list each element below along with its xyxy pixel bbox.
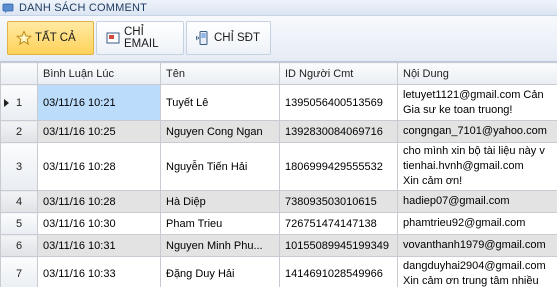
current-row-arrow-icon xyxy=(4,98,9,107)
cell-time[interactable]: 03/11/16 10:33 xyxy=(37,256,161,287)
row-number-label: 3 xyxy=(15,160,23,173)
column-header-time[interactable]: Bình Luận Lúc xyxy=(37,62,161,85)
cell-name[interactable]: Hà Diệp xyxy=(160,190,280,213)
cell-content[interactable]: phamtrieu92@gmail.com xyxy=(397,212,557,235)
cell-name[interactable]: Nguyễn Tiến Hải xyxy=(160,142,280,191)
content-line: dangduyhai2904@gmail.com xyxy=(403,259,546,272)
cell-time[interactable]: 03/11/16 10:25 xyxy=(37,120,161,143)
phone-only-button[interactable]: CHỈ SĐT xyxy=(186,21,271,55)
cell-name[interactable]: Tuyết Lê xyxy=(160,84,280,121)
row-header-corner xyxy=(0,62,38,85)
row-number-label: 5 xyxy=(15,217,23,230)
cell-user-id[interactable]: 1414691028549966 xyxy=(279,256,398,287)
row-number-label: 1 xyxy=(15,96,23,109)
content-line: vovanthanh1979@gmail.com xyxy=(403,239,546,251)
content-line: cho mình xin bộ tài liệu này v xyxy=(403,145,545,157)
table-row[interactable]: 6 03/11/16 10:31 Nguyen Minh Phu... 1015508… xyxy=(0,234,557,257)
cell-user-id[interactable]: 738093503010615 xyxy=(279,190,398,213)
email-icon xyxy=(105,30,121,46)
email-only-label: CHỈ EMAIL xyxy=(124,26,159,50)
cell-name[interactable]: Pham Trieu xyxy=(160,212,280,235)
row-number[interactable]: 1 xyxy=(0,84,38,121)
comment-grid[interactable]: Bình Luận Lúc Tên ID Người Cmt Nội Dung … xyxy=(0,62,557,287)
content-line: Gia sư ke toan truong! xyxy=(403,103,513,116)
cell-time[interactable]: 03/11/16 10:21 xyxy=(37,84,161,121)
row-number-label: 7 xyxy=(15,267,23,280)
row-number-label: 4 xyxy=(15,195,23,208)
content-line: tienhai.hvnh@gmail.com xyxy=(403,160,524,172)
cell-content[interactable]: congngan_7101@yahoo.com xyxy=(397,120,557,143)
cell-content[interactable]: vovanthanh1979@gmail.com xyxy=(397,234,557,257)
row-number-label: 2 xyxy=(15,125,23,138)
show-all-label: TẤT CẢ xyxy=(35,32,76,44)
cell-user-id[interactable]: 726751474147138 xyxy=(279,212,398,235)
content-line: Xin cảm ơn! xyxy=(403,175,463,187)
row-number[interactable]: 5 xyxy=(0,212,38,235)
column-header-user-id[interactable]: ID Người Cmt xyxy=(279,62,398,85)
row-number[interactable]: 2 xyxy=(0,120,38,143)
cell-time[interactable]: 03/11/16 10:28 xyxy=(37,190,161,213)
cell-content[interactable]: cho mình xin bộ tài liệu này v tienhai.hv… xyxy=(397,142,557,191)
cell-name[interactable]: Nguyen Cong Ngan xyxy=(160,120,280,143)
content-line: phamtrieu92@gmail.com xyxy=(403,217,526,229)
row-number[interactable]: 4 xyxy=(0,190,38,213)
table-row[interactable]: 2 03/11/16 10:25 Nguyen Cong Ngan 139283008… xyxy=(0,120,557,143)
column-header-content[interactable]: Nội Dung xyxy=(397,62,557,85)
filter-toolbar: TẤT CẢ CHỈ EMAIL CHỈ SĐT xyxy=(0,16,557,62)
cell-time[interactable]: 03/11/16 10:31 xyxy=(37,234,161,257)
email-only-button[interactable]: CHỈ EMAIL xyxy=(96,21,184,55)
show-all-button[interactable]: TẤT CẢ xyxy=(7,21,94,55)
cell-time[interactable]: 03/11/16 10:28 xyxy=(37,142,161,191)
column-header-name[interactable]: Tên xyxy=(160,62,280,85)
cell-content[interactable]: letuyet1121@gmail.com Cản Gia sư ke toan … xyxy=(397,84,557,121)
content-line: congngan_7101@yahoo.com xyxy=(403,125,547,137)
comment-list-icon xyxy=(2,3,14,13)
cell-user-id[interactable]: 10155089945199349 xyxy=(279,234,398,257)
cell-user-id[interactable]: 1806999429555532 xyxy=(279,142,398,191)
content-line: Xin cảm ơn trung tâm nhiều xyxy=(403,274,539,287)
cell-user-id[interactable]: 1392830084069716 xyxy=(279,120,398,143)
grid-header-row: Bình Luận Lúc Tên ID Người Cmt Nội Dung xyxy=(0,62,557,85)
cell-name[interactable]: Nguyen Minh Phu... xyxy=(160,234,280,257)
table-row[interactable]: 3 03/11/16 10:28 Nguyễn Tiến Hải 1806999429… xyxy=(0,142,557,191)
content-line: letuyet1121@gmail.com Cản xyxy=(403,88,544,101)
window-title: DANH SÁCH COMMENT xyxy=(19,1,148,14)
phone-icon xyxy=(195,30,211,46)
content-line: hadiep07@gmail.com xyxy=(403,195,510,207)
row-number[interactable]: 7 xyxy=(0,256,38,287)
cell-content[interactable]: hadiep07@gmail.com xyxy=(397,190,557,213)
phone-only-label: CHỈ SĐT xyxy=(214,32,260,44)
window-titlebar: DANH SÁCH COMMENT xyxy=(0,0,557,16)
cell-time[interactable]: 03/11/16 10:30 xyxy=(37,212,161,235)
table-row[interactable]: 4 03/11/16 10:28 Hà Diệp 738093503010615 had… xyxy=(0,190,557,213)
table-row[interactable]: 7 03/11/16 10:33 Đặng Duy Hải 1414691028549… xyxy=(0,256,557,287)
cell-name[interactable]: Đặng Duy Hải xyxy=(160,256,280,287)
cell-user-id[interactable]: 1395056400513569 xyxy=(279,84,398,121)
row-number[interactable]: 3 xyxy=(0,142,38,191)
star-icon xyxy=(16,30,32,46)
table-row[interactable]: 5 03/11/16 10:30 Pham Trieu 726751474147138… xyxy=(0,212,557,235)
table-row[interactable]: 1 03/11/16 10:21 Tuyết Lê 1395056400513569 l… xyxy=(0,84,557,121)
row-number[interactable]: 6 xyxy=(0,234,38,257)
row-number-label: 6 xyxy=(15,239,23,252)
cell-content[interactable]: dangduyhai2904@gmail.com Xin cảm ơn trung… xyxy=(397,256,557,287)
